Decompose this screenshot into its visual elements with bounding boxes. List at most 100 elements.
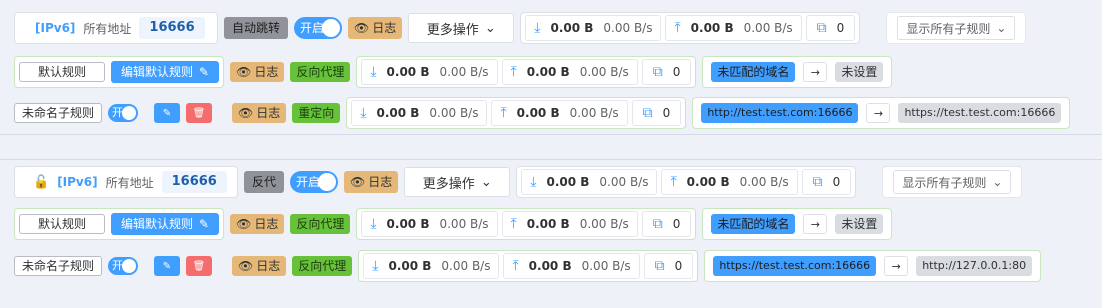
block-divider — [0, 134, 1102, 160]
download-bytes: 0.00 B — [386, 217, 430, 231]
toggle-knob — [318, 173, 337, 191]
download-stat: ⤓ 0.00 B 0.00 B/s — [363, 253, 500, 279]
upload-bytes: 0.00 B — [526, 65, 570, 79]
rule-mapping-box: 未匹配的域名 → 未设置 — [702, 208, 893, 240]
log-label: 日志 — [368, 175, 393, 189]
default-rule-label: 默认规则 — [19, 214, 105, 234]
listen-address-box[interactable]: [IPv6] 所有地址 16666 — [14, 12, 218, 44]
chevron-down-icon: ⌄ — [480, 174, 492, 190]
download-bytes: 0.00 B — [386, 65, 430, 79]
upload-bytes: 0.00 B — [526, 217, 570, 231]
log-label: 日志 — [256, 259, 281, 273]
edit-icon: ✎ — [162, 107, 172, 119]
connections-stat: ⧉ 0 — [641, 211, 692, 237]
enable-toggle[interactable]: 开启 — [290, 171, 339, 193]
edit-default-rule-button[interactable]: 编辑默认规则 ✎ — [111, 213, 220, 235]
rule-mapping-box: https://test.test.com:16666 → http://127… — [704, 250, 1042, 282]
subrule-name[interactable]: 未命名子规则 — [14, 256, 102, 276]
eye-icon: 👁 — [238, 106, 254, 120]
edit-subrule-button[interactable]: ✎ — [154, 103, 180, 123]
arrow-right-icon: → — [884, 256, 909, 276]
download-icon: ⤓ — [370, 216, 377, 232]
edit-default-rule-label: 编辑默认规则 — [121, 65, 194, 79]
upload-bytes: 0.00 B — [690, 21, 734, 35]
chevron-down-icon: ⌄ — [992, 175, 1003, 189]
upload-icon: ⤒ — [500, 105, 507, 121]
rule-mapping-box: 未匹配的域名 → 未设置 — [702, 56, 893, 88]
connections-icon: ⧉ — [654, 258, 665, 274]
log-button[interactable]: 👁 日志 — [230, 214, 285, 234]
log-label: 日志 — [254, 65, 279, 79]
rule-type-tag: 反向代理 — [290, 214, 351, 234]
show-rules-box: 显示所有子规则 ⌄ — [882, 166, 1023, 198]
eye-icon: 👁 — [350, 175, 366, 189]
source-url-tag: https://test.test.com:16666 — [713, 256, 877, 276]
source-url-tag: http://test.test.com:16666 — [701, 103, 859, 123]
enable-toggle[interactable]: 开启 — [294, 17, 343, 39]
upload-icon: ⤒ — [670, 174, 677, 190]
rule-type-tag: 反向代理 — [290, 62, 351, 82]
subrule-name[interactable]: 未命名子规则 — [14, 103, 102, 123]
upload-icon: ⤒ — [674, 20, 681, 36]
upload-icon: ⤒ — [510, 64, 517, 80]
delete-subrule-button[interactable]: 🗑 — [186, 256, 212, 276]
listen-address-box[interactable]: 🔓 [IPv6] 所有地址 16666 — [14, 166, 238, 198]
target-tag: 未设置 — [835, 214, 884, 234]
connections-count: 0 — [672, 217, 681, 231]
log-button[interactable]: 👁 日志 — [232, 103, 287, 123]
connections-icon: ⧉ — [816, 20, 827, 36]
show-all-subrules-label: 显示所有子规则 — [902, 175, 987, 190]
rule-block-1: [IPv6] 所有地址 16666 自动跳转 开启 👁 日志 更多操作 ⌄ ⤓ … — [0, 0, 1102, 134]
log-button[interactable]: 👁 日志 — [230, 62, 285, 82]
upload-bytes: 0.00 B — [528, 259, 572, 273]
more-actions-label: 更多操作 — [422, 176, 475, 192]
log-button[interactable]: 👁 日志 — [344, 171, 399, 193]
connections-stat: ⧉ 0 — [801, 169, 852, 195]
edit-subrule-button[interactable]: ✎ — [154, 256, 180, 276]
delete-subrule-button[interactable]: 🗑 — [186, 103, 212, 123]
edit-icon: ✎ — [162, 260, 172, 272]
traffic-stats-box: ⤓ 0.00 B 0.00 B/s ⤒ 0.00 B 0.00 B/s ⧉ 0 — [356, 208, 697, 240]
more-actions-dropdown[interactable]: 更多操作 ⌄ — [408, 13, 515, 43]
download-rate: 0.00 B/s — [439, 65, 489, 79]
source-domain-tag: 未匹配的域名 — [711, 214, 796, 234]
target-tag: 未设置 — [835, 62, 884, 82]
log-button[interactable]: 👁 日志 — [348, 17, 403, 39]
show-all-subrules-dropdown[interactable]: 显示所有子规则 ⌄ — [893, 170, 1012, 194]
default-rule-box: 默认规则 编辑默认规则 ✎ — [14, 56, 225, 88]
connections-count: 0 — [832, 175, 841, 189]
chevron-down-icon: ⌄ — [484, 20, 496, 36]
connections-stat: ⧉ 0 — [643, 253, 694, 279]
download-rate: 0.00 B/s — [429, 106, 479, 120]
subrule-enable-toggle[interactable]: 开 — [108, 104, 138, 122]
edit-icon: ✎ — [199, 65, 210, 79]
upload-bytes: 0.00 B — [686, 175, 730, 189]
connections-count: 0 — [674, 259, 683, 273]
target-url-tag: https://test.test.com:16666 — [898, 103, 1062, 123]
upload-rate: 0.00 B/s — [579, 217, 629, 231]
ipv6-label: [IPv6] — [57, 175, 98, 189]
log-label: 日志 — [372, 21, 397, 35]
upload-rate: 0.00 B/s — [581, 259, 631, 273]
toggle-label: 开启 — [296, 175, 321, 189]
more-actions-dropdown[interactable]: 更多操作 ⌄ — [404, 167, 511, 197]
edit-default-rule-button[interactable]: 编辑默认规则 ✎ — [111, 61, 220, 83]
eye-icon: 👁 — [354, 21, 370, 35]
download-stat: ⤓ 0.00 B 0.00 B/s — [361, 211, 498, 237]
subrule-enable-toggle[interactable]: 开 — [108, 257, 138, 275]
edit-default-rule-label: 编辑默认规则 — [121, 217, 194, 231]
upload-rate: 0.00 B/s — [739, 175, 789, 189]
traffic-stats-box: ⤓ 0.00 B 0.00 B/s ⤒ 0.00 B 0.00 B/s ⧉ 0 — [346, 97, 687, 129]
block2-default-rule-row: 默认规则 编辑默认规则 ✎ 👁 日志 反向代理 ⤓ 0.00 B 0.00 B/… — [14, 208, 893, 240]
traffic-stats-box: ⤓ 0.00 B 0.00 B/s ⤒ 0.00 B 0.00 B/s ⧉ 0 — [520, 12, 861, 44]
eye-icon: 👁 — [238, 259, 254, 273]
download-icon: ⤓ — [534, 20, 541, 36]
show-all-subrules-dropdown[interactable]: 显示所有子规则 ⌄ — [897, 16, 1016, 40]
log-button[interactable]: 👁 日志 — [232, 256, 287, 276]
upload-stat: ⤒ 0.00 B 0.00 B/s — [501, 211, 638, 237]
upload-stat: ⤒ 0.00 B 0.00 B/s — [491, 100, 628, 126]
download-bytes: 0.00 B — [376, 106, 420, 120]
upload-bytes: 0.00 B — [516, 106, 560, 120]
download-stat: ⤓ 0.00 B 0.00 B/s — [525, 15, 662, 41]
upload-stat: ⤒ 0.00 B 0.00 B/s — [503, 253, 640, 279]
